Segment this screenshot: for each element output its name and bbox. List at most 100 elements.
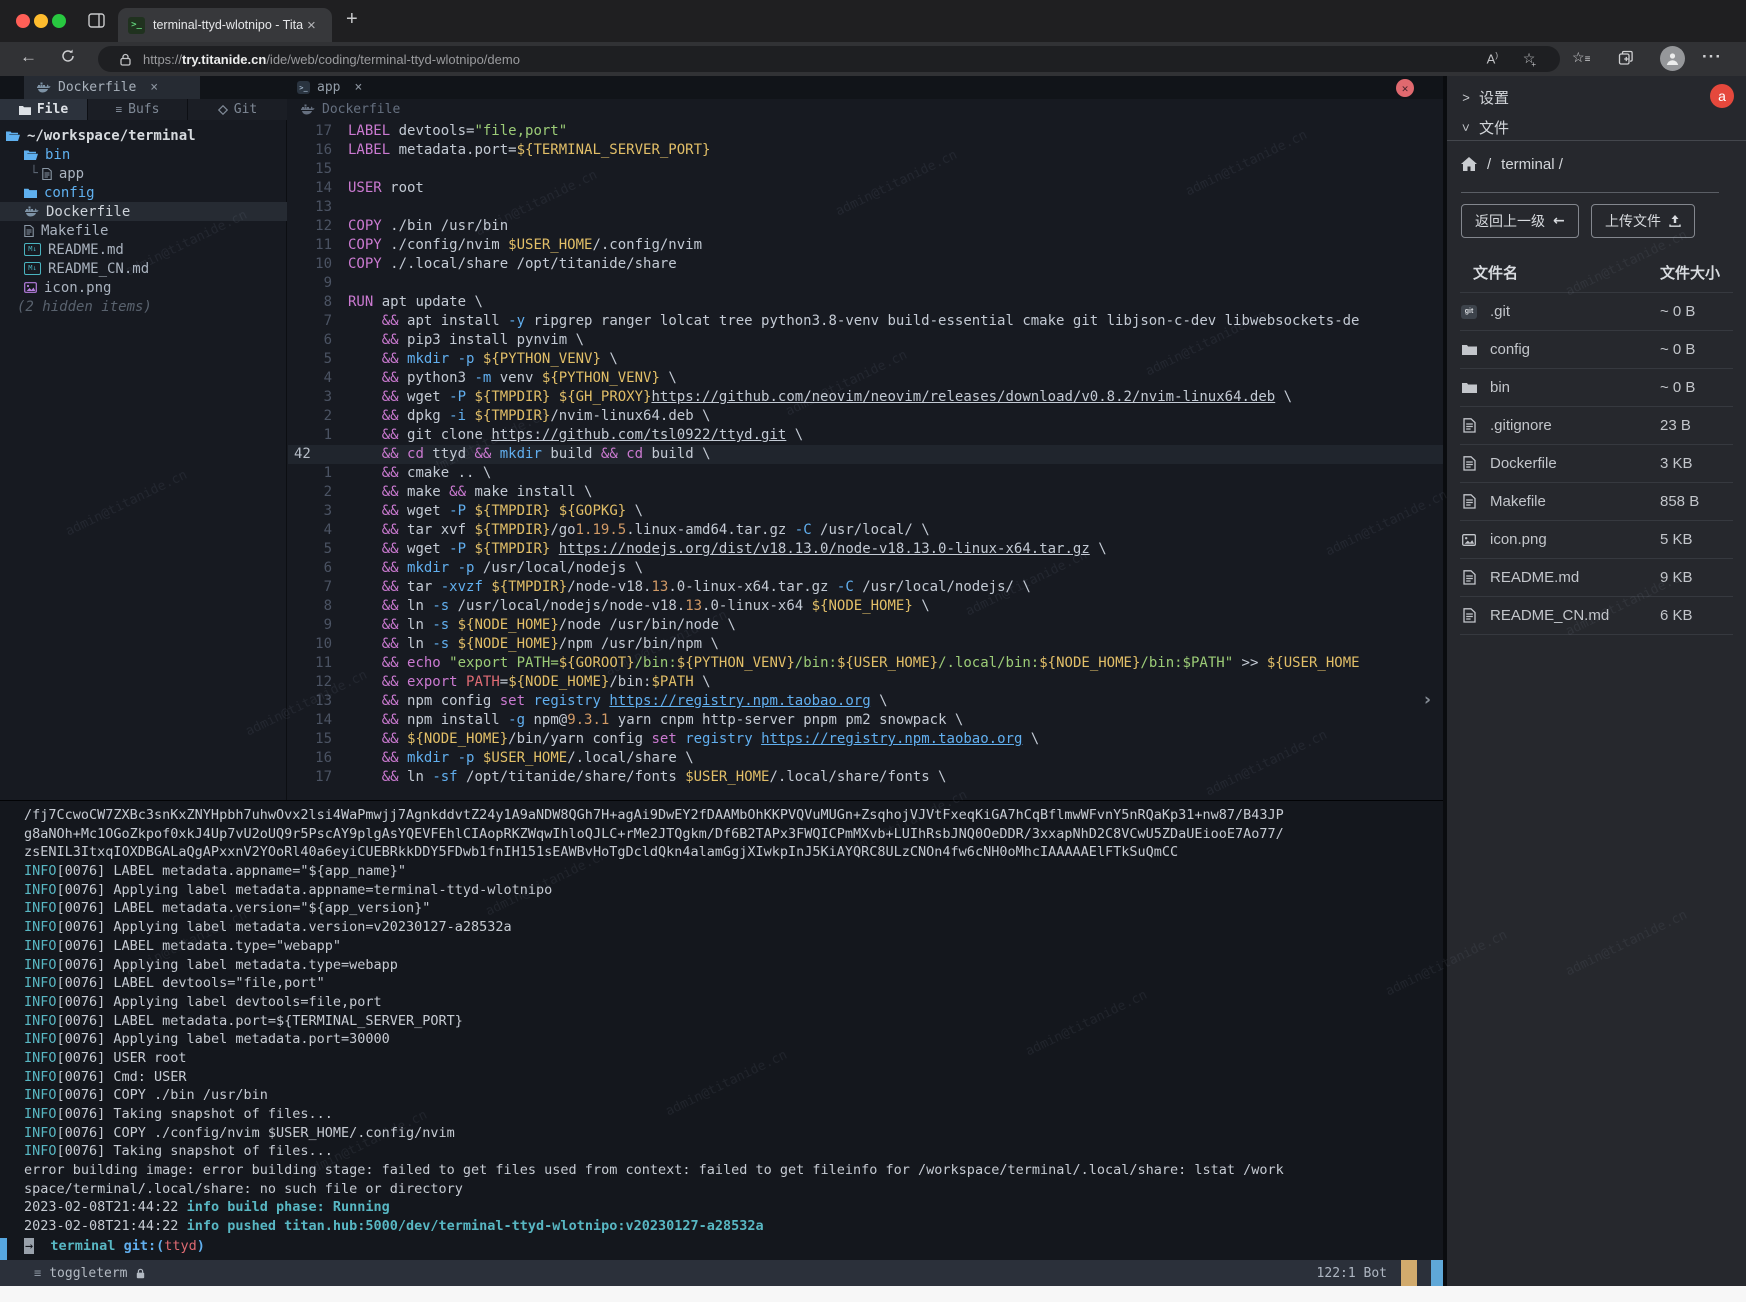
address-bar[interactable]: https://try.titanide.cn/ide/web/coding/t…	[98, 46, 1560, 72]
window-minimize-button[interactable]	[34, 14, 48, 28]
editor-line[interactable]: 1 && cmake .. \	[288, 464, 1443, 483]
tree-item-makefile[interactable]: Makefile	[0, 221, 287, 240]
editor-line[interactable]: 11 && echo "export PATH=${GOROOT}/bin:${…	[288, 654, 1443, 673]
editor-line[interactable]: 12 && export PATH=${NODE_HOME}/bin:$PATH…	[288, 673, 1443, 692]
editor-line[interactable]: 8RUN apt update \	[288, 293, 1443, 312]
editor-line[interactable]: 15 && ${NODE_HOME}/bin/yarn config set r…	[288, 730, 1443, 749]
sidebar-tab-bufs[interactable]: ≡ Bufs	[88, 99, 188, 120]
editor-line[interactable]: 3 && wget -P ${TMPDIR} ${GOPKG} \	[288, 502, 1443, 521]
file-size: ~ 0 B	[1660, 341, 1695, 358]
file-row-readme-md[interactable]: README.md9 KB	[1460, 559, 1733, 597]
panel-expand-handle[interactable]: ›	[1424, 690, 1431, 710]
editor-line[interactable]: 5 && wget -P ${TMPDIR} https://nodejs.or…	[288, 540, 1443, 559]
editor-line[interactable]: 12COPY ./bin /usr/bin	[288, 217, 1443, 236]
editor-line[interactable]: 2 && dpkg -i ${TMPDIR}/nvim-linux64.deb …	[288, 407, 1443, 426]
editor-line[interactable]: 2 && make && make install \	[288, 483, 1443, 502]
editor-line[interactable]: 10 && ln -s ${NODE_HOME}/npm /usr/bin/np…	[288, 635, 1443, 654]
go-up-button[interactable]: 返回上一级 ←	[1461, 204, 1579, 238]
tab-close-icon[interactable]: ×	[307, 17, 316, 34]
editor-line[interactable]: 16LABEL metadata.port=${TERMINAL_SERVER_…	[288, 141, 1443, 160]
code-text: && mkdir -p /usr/local/nodejs \	[348, 559, 643, 578]
sidebar-tab-git[interactable]: Git	[188, 99, 287, 120]
editor-line[interactable]: 3 && wget -P ${TMPDIR} ${GH_PROXY}https:…	[288, 388, 1443, 407]
reload-icon[interactable]	[60, 48, 76, 64]
tree-item-dockerfile[interactable]: Dockerfile	[0, 202, 287, 221]
shell-prompt[interactable]: → terminal git:(ttyd)	[0, 1237, 1443, 1256]
md-icon: M↓	[24, 243, 41, 256]
editor-line[interactable]: 6 && mkdir -p /usr/local/nodejs \	[288, 559, 1443, 578]
user-badge[interactable]: a	[1710, 84, 1734, 108]
code-text: && apt install -y ripgrep ranger lolcat …	[348, 312, 1359, 331]
favorites-bar-icon[interactable]: ☆≡	[1572, 49, 1590, 66]
editor-line[interactable]: 17LABEL devtools="file,port"	[288, 122, 1443, 141]
editor-line[interactable]: 13	[288, 198, 1443, 217]
tree-item-app[interactable]: └app	[0, 164, 287, 183]
editor-line[interactable]: 1 && git clone https://github.com/tsl092…	[288, 426, 1443, 445]
file-table: 文件名文件大小git.git~ 0 Bconfig~ 0 Bbin~ 0 B.g…	[1447, 252, 1746, 635]
file-row-config[interactable]: config~ 0 B	[1460, 331, 1733, 369]
editor-line[interactable]: 4 && python3 -m venv ${PYTHON_VENV} \	[288, 369, 1443, 388]
tree-item-config[interactable]: config	[0, 183, 287, 202]
file-row-dockerfile[interactable]: Dockerfile3 KB	[1460, 445, 1733, 483]
home-icon[interactable]	[1461, 157, 1477, 171]
browser-sidebar-toggle-icon[interactable]	[88, 12, 105, 29]
file-row-bin[interactable]: bin~ 0 B	[1460, 369, 1733, 407]
file-row-readme-cn-md[interactable]: README_CN.md6 KB	[1460, 597, 1733, 635]
editor-line[interactable]: 17 && ln -sf /opt/titanide/share/fonts $…	[288, 768, 1443, 787]
code-text: && ln -s ${NODE_HOME}/npm /usr/bin/npm \	[348, 635, 719, 654]
editor-line[interactable]: 15	[288, 160, 1443, 179]
browser-tab[interactable]: >_ terminal-ttyd-wlotnipo - TitanI ×	[118, 8, 332, 42]
back-icon[interactable]: ←	[20, 47, 37, 67]
editor-line[interactable]: 9	[288, 274, 1443, 293]
file-row--git[interactable]: git.git~ 0 B	[1460, 293, 1733, 331]
terminal-line: INFO[0076] LABEL devtools="file,port"	[0, 974, 1443, 993]
more-menu-icon[interactable]: ···	[1702, 47, 1722, 67]
terminal-panel[interactable]: /fj7CcwoCW7ZXBc3snKxZNYHpbh7uhwOvx2lsi4W…	[0, 800, 1443, 1286]
tab-dockerfile-close-icon[interactable]: ×	[150, 80, 158, 95]
editor-close-button[interactable]: ✕	[1396, 79, 1414, 97]
editor-line[interactable]: 10COPY ./.local/share /opt/titanide/shar…	[288, 255, 1443, 274]
file-name: Dockerfile	[1490, 455, 1557, 472]
editor-line[interactable]: 5 && mkdir -p ${PYTHON_VENV} \	[288, 350, 1443, 369]
section-files[interactable]: > 文件	[1447, 114, 1746, 140]
add-favorite-icon[interactable]: ☆+	[1523, 50, 1536, 69]
read-aloud-icon[interactable]: A)	[1487, 51, 1498, 66]
editor-line[interactable]: 13 && npm config set registry https://re…	[288, 692, 1443, 711]
file-tree: ~/workspace/terminalbin└appconfigDockerf…	[0, 126, 287, 316]
profile-avatar[interactable]	[1660, 46, 1685, 71]
window-close-button[interactable]	[16, 14, 30, 28]
editor-line[interactable]: 11COPY ./config/nvim $USER_HOME/.config/…	[288, 236, 1443, 255]
breadcrumb-path[interactable]: terminal /	[1501, 156, 1563, 173]
tab-favicon-terminal-icon: >_	[128, 17, 145, 34]
tree-item--workspace-terminal[interactable]: ~/workspace/terminal	[0, 126, 287, 145]
collections-icon[interactable]	[1618, 50, 1634, 66]
tree-item-readme-md[interactable]: M↓README.md	[0, 240, 287, 259]
tree-item-bin[interactable]: bin	[0, 145, 287, 164]
editor-line[interactable]: 4 && tar xvf ${TMPDIR}/go1.19.5.linux-am…	[288, 521, 1443, 540]
upload-button[interactable]: 上传文件	[1591, 204, 1695, 238]
editor-line-current[interactable]: 42 && cd ttyd && mkdir build && cd build…	[288, 445, 1443, 464]
editor-line[interactable]: 7 && tar -xvzf ${TMPDIR}/node-v18.13.0-l…	[288, 578, 1443, 597]
file-row-icon-png[interactable]: icon.png5 KB	[1460, 521, 1733, 559]
editor-line[interactable]: 7 && apt install -y ripgrep ranger lolca…	[288, 312, 1443, 331]
new-tab-button[interactable]: +	[346, 8, 358, 31]
sidebar-tab-git-label: Git	[234, 102, 257, 117]
tree-item-readme-cn-md[interactable]: M↓README_CN.md	[0, 259, 287, 278]
section-settings[interactable]: > 设置	[1447, 84, 1746, 110]
tree-item--2-hidden-items-[interactable]: (2 hidden items)	[0, 297, 287, 316]
tab-dockerfile[interactable]: Dockerfile ×	[24, 76, 200, 99]
code-editor[interactable]: Dockerfile 17LABEL devtools="file,port"1…	[288, 99, 1443, 800]
tree-item-icon-png[interactable]: icon.png	[0, 278, 287, 297]
editor-line[interactable]: 8 && ln -s /usr/local/nodejs/node-v18.13…	[288, 597, 1443, 616]
file-row--gitignore[interactable]: .gitignore23 B	[1460, 407, 1733, 445]
sidebar-tab-file[interactable]: File	[0, 99, 88, 120]
tab-app-close-icon[interactable]: ×	[354, 80, 362, 95]
tab-app[interactable]: >_ app ×	[287, 76, 405, 99]
editor-line[interactable]: 6 && pip3 install pynvim \	[288, 331, 1443, 350]
editor-line[interactable]: 16 && mkdir -p $USER_HOME/.local/share \	[288, 749, 1443, 768]
window-zoom-button[interactable]	[52, 14, 66, 28]
file-row-makefile[interactable]: Makefile858 B	[1460, 483, 1733, 521]
editor-line[interactable]: 9 && ln -s ${NODE_HOME}/node /usr/bin/no…	[288, 616, 1443, 635]
editor-line[interactable]: 14USER root	[288, 179, 1443, 198]
editor-line[interactable]: 14 && npm install -g npm@9.3.1 yarn cnpm…	[288, 711, 1443, 730]
